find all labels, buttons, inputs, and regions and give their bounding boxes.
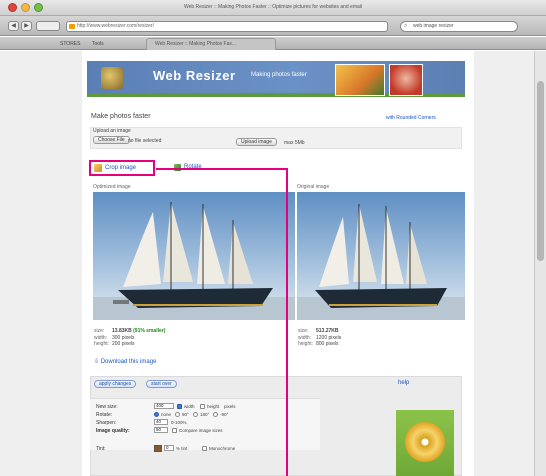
tint-label: Tint: (96, 446, 106, 452)
rotate-90-label: 90° (182, 412, 189, 417)
choose-file-button[interactable]: Choose File (93, 136, 130, 144)
annotation-line-horizontal (156, 168, 287, 170)
download-image-link[interactable]: ⇩ Download this image (94, 358, 156, 365)
sharpen-range: 0-100% (171, 420, 187, 425)
tint-color-swatch[interactable] (154, 445, 162, 452)
bookmark-add-button[interactable] (36, 21, 60, 31)
height-checkbox[interactable] (200, 404, 205, 409)
pixels-unit: pixels (224, 404, 236, 409)
rounded-corners-link[interactable]: with Rounded Corners (386, 115, 436, 121)
original-image-label: Original image (297, 184, 330, 190)
crop-image-link[interactable]: Crop image (89, 160, 155, 176)
max-size-note: max 5Mb (284, 140, 305, 146)
original-image (297, 192, 465, 320)
forward-arrow-icon: ▶ (24, 23, 29, 29)
start-over-button[interactable]: start over (146, 380, 177, 388)
rotate-minus-90-radio[interactable] (213, 412, 218, 417)
browser-tab[interactable]: Web Resizer :: Making Photos Fas... (146, 38, 276, 50)
optimized-image (93, 192, 295, 320)
no-file-text: no file selected (128, 138, 162, 144)
window-titlebar: Web Resizer :: Making Photos Faster :: O… (0, 0, 546, 16)
crop-label: Crop image (105, 165, 137, 171)
tint-suffix: % tint (176, 446, 188, 451)
rotate-180-label: 180° (200, 412, 210, 417)
vertical-scrollbar[interactable] (534, 51, 546, 476)
download-icon: ⇩ (94, 359, 100, 365)
image-quality-label: Image quality: (96, 428, 130, 434)
monochrome-checkbox[interactable] (202, 446, 207, 451)
annotation-line-vertical (286, 168, 288, 476)
tint-input[interactable]: 0 (164, 445, 174, 451)
banner-butterfly-photo (335, 64, 385, 96)
upload-image-button[interactable]: Upload image (236, 138, 277, 146)
download-label: Download this image (100, 359, 157, 365)
site-banner: Web Resizer Making photos faster (87, 61, 465, 97)
search-field[interactable]: ⌕ web image resizer (400, 21, 518, 32)
product-ad-box[interactable] (396, 410, 454, 476)
compare-sizes-checkbox[interactable] (172, 428, 177, 433)
original-stats: size: 513.27KB width: 1200 pixels height: 8… (298, 328, 341, 348)
savings-text: (91% smaller) (133, 328, 166, 334)
address-url: http://www.webresizer.com/resizer/ (77, 23, 154, 29)
help-link[interactable]: help (398, 380, 409, 386)
search-icon: ⌕ (404, 23, 408, 29)
address-bar[interactable]: http://www.webresizer.com/resizer/ (66, 21, 388, 32)
site-tagline: Making photos faster (251, 72, 307, 78)
rotate-minus-90-label: -90° (220, 412, 229, 417)
search-value: web image resizer (413, 23, 454, 29)
rotate-none-radio[interactable] (154, 412, 159, 417)
monochrome-label: Monochrome (209, 446, 236, 451)
ship-photo-optimized (93, 192, 295, 320)
sharpen-input[interactable]: 40 (154, 419, 168, 425)
new-size-input[interactable]: 400 (154, 403, 174, 409)
back-button[interactable]: ◀ (8, 21, 19, 31)
ship-photo-original (297, 192, 465, 320)
bookmark-stores[interactable]: STORES (60, 41, 80, 47)
bookmark-tools[interactable]: Tools (92, 41, 104, 47)
rotate-none-label: none (161, 412, 172, 417)
camera-logo-icon (101, 67, 123, 89)
section-title: Make photos faster (91, 113, 151, 120)
rotate-90-radio[interactable] (175, 412, 180, 417)
image-quality-input[interactable]: 50 (154, 427, 168, 433)
rotate-180-radio[interactable] (193, 412, 198, 417)
original-height-row: height: 800 pixels (298, 341, 339, 347)
site-title: Web Resizer (153, 68, 236, 83)
optimized-stats: size: 13.83KB (91% smaller) width: 300 pix… (94, 328, 165, 348)
window-title: Web Resizer :: Making Photos Faster :: O… (183, 4, 363, 10)
scrollbar-thumb[interactable] (537, 81, 544, 261)
optimized-image-label: Optimized image (93, 184, 131, 190)
sharpen-label: Sharpen: (96, 420, 117, 426)
new-size-label: New size: (96, 404, 118, 410)
back-arrow-icon: ◀ (11, 23, 16, 29)
forward-button[interactable]: ▶ (21, 21, 32, 31)
upload-label: Upload an image (93, 128, 131, 134)
width-option-label: width (184, 404, 195, 409)
compare-sizes-label: Compare image sizes (179, 428, 223, 433)
bookmarks-bar: STORES Tools Web Resizer :: Making Photo… (0, 37, 546, 50)
rotate-options-label: Rotate: (96, 412, 113, 418)
banner-portrait-photo (389, 64, 423, 96)
crop-icon (94, 164, 102, 172)
apply-changes-button[interactable]: apply changes (94, 380, 137, 388)
site-favicon-icon (69, 24, 75, 29)
optimized-height-row: height: 200 pixels (94, 341, 135, 347)
browser-toolbar: ◀ ▶ http://www.webresizer.com/resizer/ ⌕… (0, 16, 546, 36)
width-checkbox[interactable] (177, 404, 182, 409)
height-option-label: height (207, 404, 220, 409)
cd-disc-icon (405, 422, 445, 462)
